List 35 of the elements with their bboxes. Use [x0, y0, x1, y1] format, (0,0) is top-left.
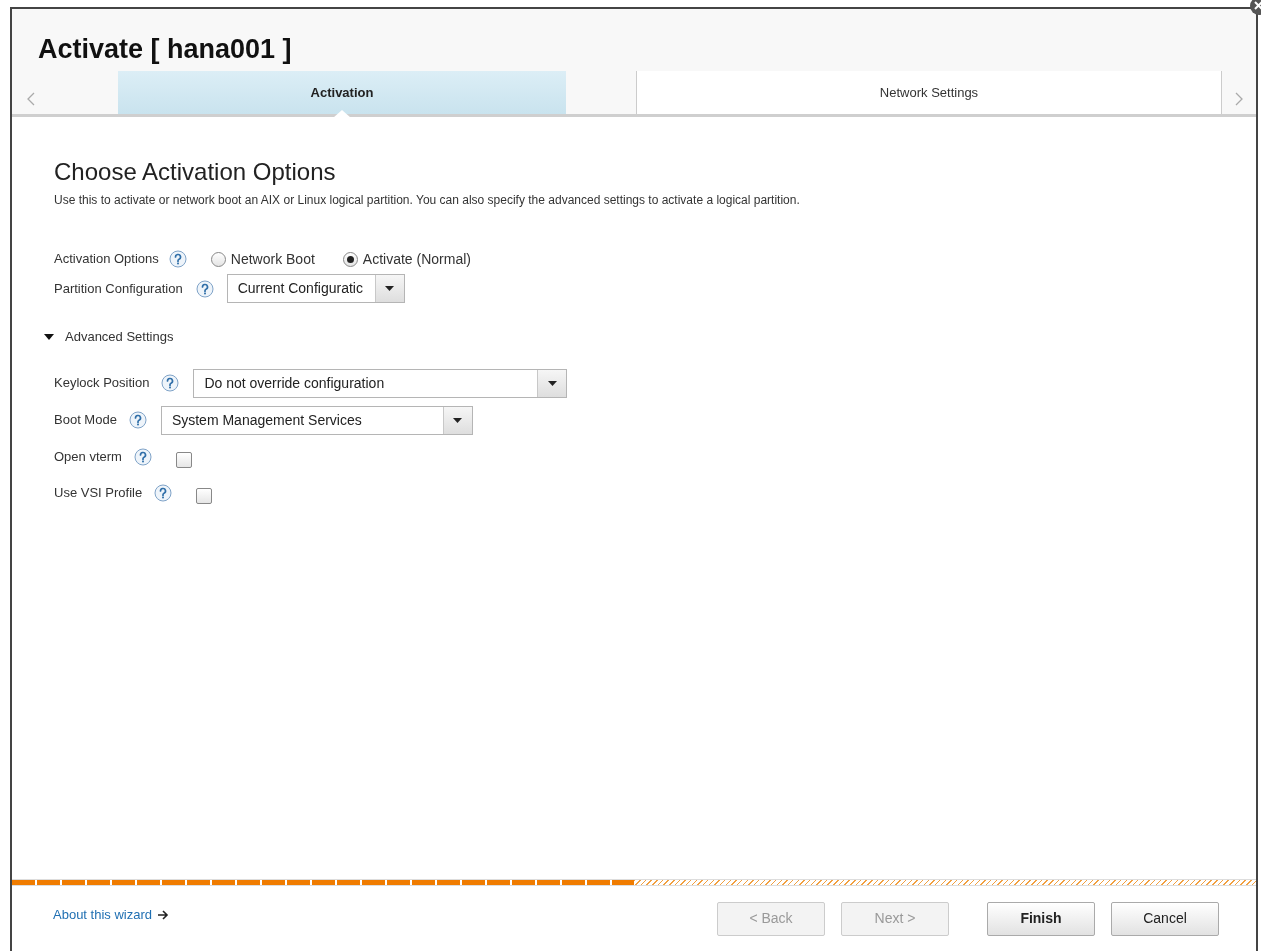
field-label: Boot Mode — [54, 411, 117, 430]
caret-icon — [453, 417, 463, 423]
dropdown[interactable]: Do not override configuration — [193, 368, 568, 398]
chevron-right-icon — [1235, 92, 1243, 106]
field-label: Open vterm — [54, 447, 122, 466]
help-icon[interactable] — [128, 411, 147, 429]
dropdown[interactable]: Current Configuratic — [226, 274, 405, 303]
help-icon[interactable] — [133, 447, 152, 466]
checkbox[interactable] — [175, 451, 192, 468]
window-title: Activate [ hana001 ] — [38, 33, 293, 65]
field-label: Keylock Position — [54, 374, 150, 393]
help-icon[interactable] — [161, 374, 180, 392]
help-icon[interactable] — [168, 250, 187, 268]
caret-icon — [547, 380, 557, 386]
chevron-left-icon — [27, 92, 35, 106]
advanced-settings-toggle[interactable]: Advanced Settings — [44, 327, 174, 347]
wizard-button[interactable]: Cancel — [1111, 901, 1219, 936]
field-label: Activation Options — [54, 250, 159, 269]
section-description: Use this to activate or network boot an AIX or Linux logical partition. You can also specify the advanced settings to activate a logical partition. — [54, 192, 801, 209]
about-wizard-link[interactable]: About this wizard — [53, 904, 169, 925]
help-icon[interactable] — [195, 279, 214, 298]
section-heading: Choose Activation Options — [54, 157, 337, 187]
field-label: Use VSI Profile — [54, 483, 143, 502]
wizard-tab[interactable]: Network Settings — [636, 71, 1222, 114]
radio-option[interactable]: Activate (Normal) — [342, 248, 471, 270]
expand-triangle-icon — [44, 331, 54, 342]
close-icon[interactable] — [1249, 0, 1261, 16]
dropdown[interactable]: System Management Services — [160, 405, 473, 435]
checkbox[interactable] — [196, 487, 213, 504]
radio-option[interactable]: Network Boot — [210, 248, 315, 270]
caret-icon — [385, 286, 395, 291]
help-icon[interactable] — [154, 483, 173, 502]
arrow-right-icon — [158, 909, 169, 920]
wizard-button[interactable]: Finish — [987, 901, 1095, 936]
field-label: Partition Configuration — [54, 279, 183, 298]
